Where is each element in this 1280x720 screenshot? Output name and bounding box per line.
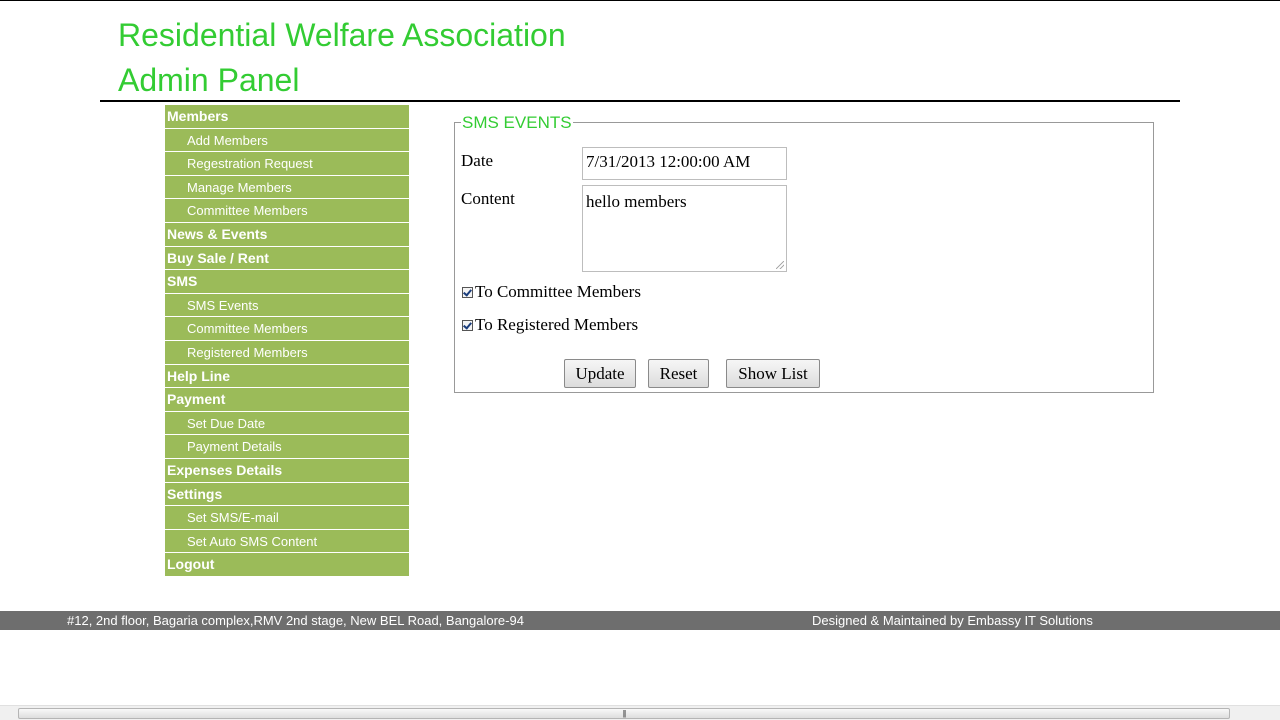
page-footer: #12, 2nd floor, Bagaria complex,RMV 2nd … bbox=[0, 611, 1280, 630]
sidebar-item-committee-members[interactable]: Committee Members bbox=[165, 317, 409, 341]
sms-events-fieldset: SMS EVENTS Date 7/31/2013 12:00:00 AM Co… bbox=[454, 113, 1154, 393]
footer-credit: Designed & Maintained by Embassy IT Solu… bbox=[812, 613, 1093, 628]
update-button[interactable]: Update bbox=[564, 359, 636, 388]
sidebar-item-committee-members[interactable]: Committee Members bbox=[165, 199, 409, 223]
sidebar-item-news-events[interactable]: News & Events bbox=[165, 222, 409, 247]
site-header: Residential Welfare Association Admin Pa… bbox=[118, 13, 566, 103]
sidebar-item-buy-sale-rent[interactable]: Buy Sale / Rent bbox=[165, 246, 409, 271]
content-label: Content bbox=[461, 189, 515, 208]
registered-checkbox-row: To Registered Members bbox=[462, 315, 638, 335]
site-title: Residential Welfare Association bbox=[118, 17, 566, 53]
sidebar-item-sms-events[interactable]: SMS Events bbox=[165, 293, 409, 318]
registered-checkbox[interactable] bbox=[462, 319, 473, 331]
sidebar-item-help-line[interactable]: Help Line bbox=[165, 364, 409, 389]
committee-checkbox[interactable] bbox=[462, 286, 473, 298]
sidebar-item-logout[interactable]: Logout bbox=[165, 553, 409, 577]
header-divider bbox=[100, 100, 1180, 102]
sidebar-item-settings[interactable]: Settings bbox=[165, 482, 409, 507]
sidebar-item-add-members[interactable]: Add Members bbox=[165, 128, 409, 153]
date-input[interactable]: 7/31/2013 12:00:00 AM bbox=[582, 147, 787, 180]
sidebar-item-payment-details[interactable]: Payment Details bbox=[165, 435, 409, 459]
sidebar-menu: Members Add Members Regestration Request Ma… bbox=[165, 105, 409, 577]
content-textarea[interactable]: hello members bbox=[582, 185, 787, 272]
reset-button[interactable]: Reset bbox=[648, 359, 709, 388]
resize-grip-icon[interactable] bbox=[776, 261, 784, 269]
sidebar-item-expenses-details[interactable]: Expenses Details bbox=[165, 458, 409, 483]
registered-checkbox-label: To Registered Members bbox=[475, 315, 639, 334]
sidebar-item-payment[interactable]: Payment bbox=[165, 388, 409, 412]
fieldset-legend: SMS EVENTS bbox=[461, 113, 573, 133]
sidebar-item-manage-members[interactable]: Manage Members bbox=[165, 175, 409, 200]
scrollbar-thumb[interactable]: ||| bbox=[18, 708, 1230, 719]
panel-title: Admin Panel bbox=[118, 62, 300, 98]
scrollbar-grip-icon: ||| bbox=[622, 709, 626, 718]
sidebar-item-regestration-request[interactable]: Regestration Request bbox=[165, 152, 409, 176]
sidebar-item-members[interactable]: Members bbox=[165, 105, 409, 129]
content-text: hello members bbox=[586, 192, 687, 211]
sidebar-item-set-sms-e-mail[interactable]: Set SMS/E-mail bbox=[165, 506, 409, 530]
date-label: Date bbox=[461, 151, 494, 170]
committee-checkbox-label: To Committee Members bbox=[475, 282, 641, 301]
horizontal-scrollbar[interactable]: ||| bbox=[0, 705, 1280, 720]
sidebar-item-registered-members[interactable]: Registered Members bbox=[165, 340, 409, 365]
footer-address: #12, 2nd floor, Bagaria complex,RMV 2nd … bbox=[67, 613, 524, 628]
sidebar-item-set-auto-sms-content[interactable]: Set Auto SMS Content bbox=[165, 529, 409, 554]
sidebar-item-set-due-date[interactable]: Set Due Date bbox=[165, 411, 409, 436]
committee-checkbox-row: To Committee Members bbox=[462, 282, 641, 302]
show-list-button[interactable]: Show List bbox=[726, 359, 820, 388]
sidebar-item-sms[interactable]: SMS bbox=[165, 270, 409, 294]
